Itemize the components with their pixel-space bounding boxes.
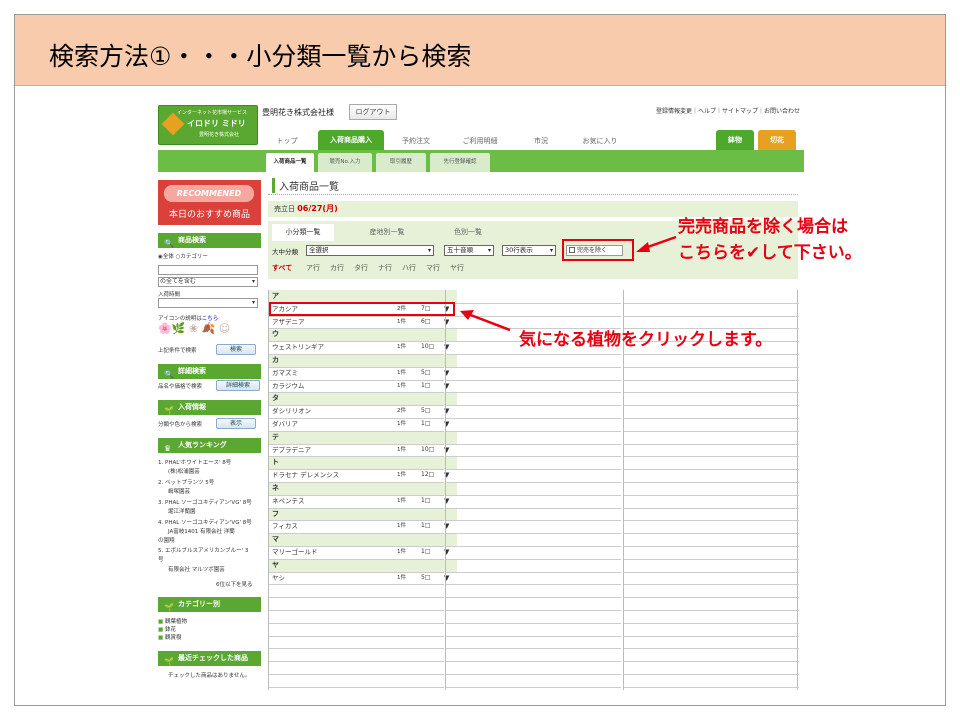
arrowhead-icon <box>636 242 650 252</box>
arrow-line <box>467 312 511 332</box>
annotation-arrows <box>460 235 677 332</box>
annotation-soldout-line1: 完売商品を除く場合は <box>678 217 848 237</box>
annotation-soldout-line2: こちらを✔して下さい。 <box>678 243 862 263</box>
annotation-click-plant: 気になる植物をクリックします。 <box>519 330 773 350</box>
